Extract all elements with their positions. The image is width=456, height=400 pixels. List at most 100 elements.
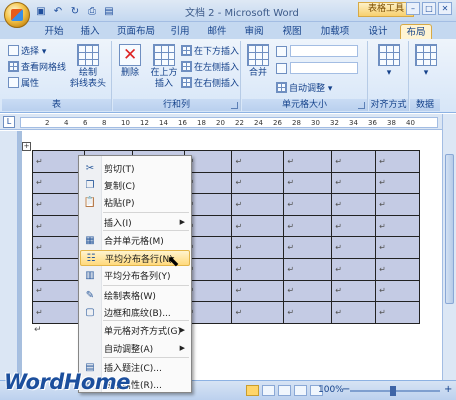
table-cell[interactable]: ↵ [283, 150, 333, 173]
tab-mailings[interactable]: 邮件 [203, 24, 231, 39]
table-cell[interactable]: ↵ [32, 301, 85, 324]
table-cell[interactable]: ↵ [331, 301, 377, 324]
table-cell[interactable]: ↵ [231, 301, 285, 324]
tab-review[interactable]: 审阅 [240, 24, 268, 39]
table-cell[interactable]: ↵ [283, 193, 333, 216]
tab-references[interactable]: 引用 [166, 24, 194, 39]
table-cell[interactable]: ↵ [331, 257, 377, 281]
insert-right-button[interactable]: 在右侧插入 [181, 76, 239, 89]
table-cell[interactable]: ↵ [231, 193, 285, 216]
table-cell[interactable]: ↵ [32, 279, 85, 303]
alignment-button[interactable]: ▾ [375, 44, 403, 79]
table-cell[interactable]: ↵ [331, 150, 377, 173]
table-cell[interactable]: ↵ [283, 257, 333, 281]
table-cell[interactable]: ↵ [375, 193, 420, 216]
table-cell[interactable]: ↵ [32, 193, 85, 216]
delete-button[interactable]: 删除 [116, 44, 144, 79]
context-menu-item[interactable]: ❐ 复制(C) [80, 177, 190, 193]
table-cell[interactable]: ↵ [331, 214, 377, 238]
tab-layout[interactable]: 布局 [400, 24, 432, 39]
web-layout-view-icon[interactable] [278, 385, 291, 396]
table-cell[interactable]: ↵ [375, 150, 420, 173]
tab-view[interactable]: 视图 [278, 24, 306, 39]
maximize-icon[interactable]: □ [422, 2, 436, 15]
table-cell[interactable]: ↵ [231, 171, 285, 195]
table-cell[interactable]: ↵ [283, 279, 333, 303]
window-controls: – □ ✕ [406, 2, 452, 15]
full-screen-view-icon[interactable] [262, 385, 275, 396]
table-cell[interactable]: ↵ [231, 150, 285, 173]
table-cell[interactable]: ↵ [375, 301, 420, 324]
table-cell[interactable]: ↵ [375, 279, 420, 303]
zoom-level[interactable]: 100% [318, 385, 344, 395]
context-menu-item[interactable]: ▢ 边框和底纹(B)... [80, 304, 190, 320]
context-menu-item[interactable]: 单元格对齐方式(G) ▶ [80, 322, 190, 338]
alignment-group-label: 对齐方式 [369, 99, 408, 111]
close-icon[interactable]: ✕ [438, 2, 452, 15]
print-icon[interactable]: ⎙ [85, 4, 99, 18]
table-cell[interactable]: ↵ [375, 257, 420, 281]
open-icon[interactable]: ▤ [102, 4, 116, 18]
table-cell[interactable]: ↵ [283, 236, 333, 259]
table-cell[interactable]: ↵ [32, 257, 85, 281]
ruler-scale[interactable]: 2 4 6 8 10 12 14 16 18 20 22 24 26 28 30 32 34 36 38 40 [20, 117, 438, 128]
print-layout-view-icon[interactable] [246, 385, 259, 396]
table-cell[interactable]: ↵ [375, 214, 420, 238]
table-cell[interactable]: ↵ [283, 214, 333, 238]
table-cell[interactable]: ↵ [32, 214, 85, 238]
tab-selector-icon[interactable]: L [3, 116, 15, 128]
save-icon[interactable]: ▣ [34, 4, 48, 18]
context-menu-item[interactable]: 自动调整(A) ▶ [80, 340, 190, 356]
vertical-scrollbar[interactable] [442, 114, 456, 380]
insert-below-button[interactable]: 在下方插入 [181, 44, 239, 57]
view-gridlines-button[interactable]: 查看网格线 [8, 60, 66, 73]
zoom-slider[interactable] [350, 386, 440, 396]
context-menu-item[interactable]: 插入(I) ▶ [80, 214, 190, 230]
context-menu-item[interactable]: 📋 粘贴(P) [80, 194, 190, 210]
table-cell[interactable]: ↵ [231, 236, 285, 259]
table-cell[interactable]: ↵ [231, 257, 285, 281]
select-button[interactable]: 选择 ▾ [8, 44, 46, 57]
insert-left-button[interactable]: 在左侧插入 [181, 60, 239, 73]
table-cell[interactable]: ↵ [32, 236, 85, 259]
context-menu-item[interactable]: ▦ 合并单元格(M) [80, 232, 190, 248]
table-cell[interactable]: ↵ [32, 171, 85, 195]
office-button[interactable] [4, 2, 30, 28]
merge-button[interactable]: 合并 [244, 44, 272, 79]
autofit-button[interactable]: 自动调整 ▾ [276, 81, 332, 94]
table-cell[interactable]: ↵ [331, 171, 377, 195]
undo-icon[interactable]: ↶ [51, 4, 65, 18]
tab-design[interactable]: 设计 [364, 24, 392, 39]
table-cell[interactable]: ↵ [331, 279, 377, 303]
tab-addins[interactable]: 加载项 [316, 24, 354, 39]
zoom-slider-knob[interactable] [390, 386, 396, 396]
table-move-handle-icon[interactable]: + [22, 142, 31, 151]
context-menu-item[interactable]: ✎ 绘制表格(W) [80, 287, 190, 303]
rows-columns-dialog-launcher[interactable] [231, 102, 238, 109]
redo-icon[interactable]: ↻ [68, 4, 82, 18]
table-cell[interactable]: ↵ [331, 193, 377, 216]
minimize-icon[interactable]: – [406, 2, 420, 15]
data-button[interactable]: ▾ [413, 44, 439, 79]
tab-insert[interactable]: 插入 [76, 24, 104, 39]
zoom-in-icon[interactable]: + [444, 384, 452, 395]
context-menu-item[interactable]: ✂ 剪切(T) [80, 160, 190, 176]
properties-button[interactable]: 属性 [8, 76, 39, 89]
scrollbar-thumb[interactable] [445, 154, 454, 304]
insert-above-button[interactable]: 在上方 插入 [147, 44, 181, 90]
table-cell[interactable]: ↵ [375, 171, 420, 195]
cell-size-dialog-launcher[interactable] [358, 102, 365, 109]
table-cell[interactable]: ↵ [283, 301, 333, 324]
tab-page-layout[interactable]: 页面布局 [112, 24, 160, 39]
table-cell[interactable]: ↵ [283, 171, 333, 195]
table-cell[interactable]: ↵ [231, 214, 285, 238]
table-cell[interactable]: ↵ [375, 236, 420, 259]
outline-view-icon[interactable] [294, 385, 307, 396]
column-width-spinner[interactable] [290, 62, 358, 74]
tab-home[interactable]: 开始 [40, 24, 68, 39]
row-height-spinner[interactable] [290, 45, 358, 57]
table-cell[interactable]: ↵ [32, 150, 85, 173]
draw-diagonal-header-button[interactable]: 绘制 斜线表头 [68, 44, 108, 90]
table-cell[interactable]: ↵ [231, 279, 285, 303]
table-cell[interactable]: ↵ [331, 236, 377, 259]
